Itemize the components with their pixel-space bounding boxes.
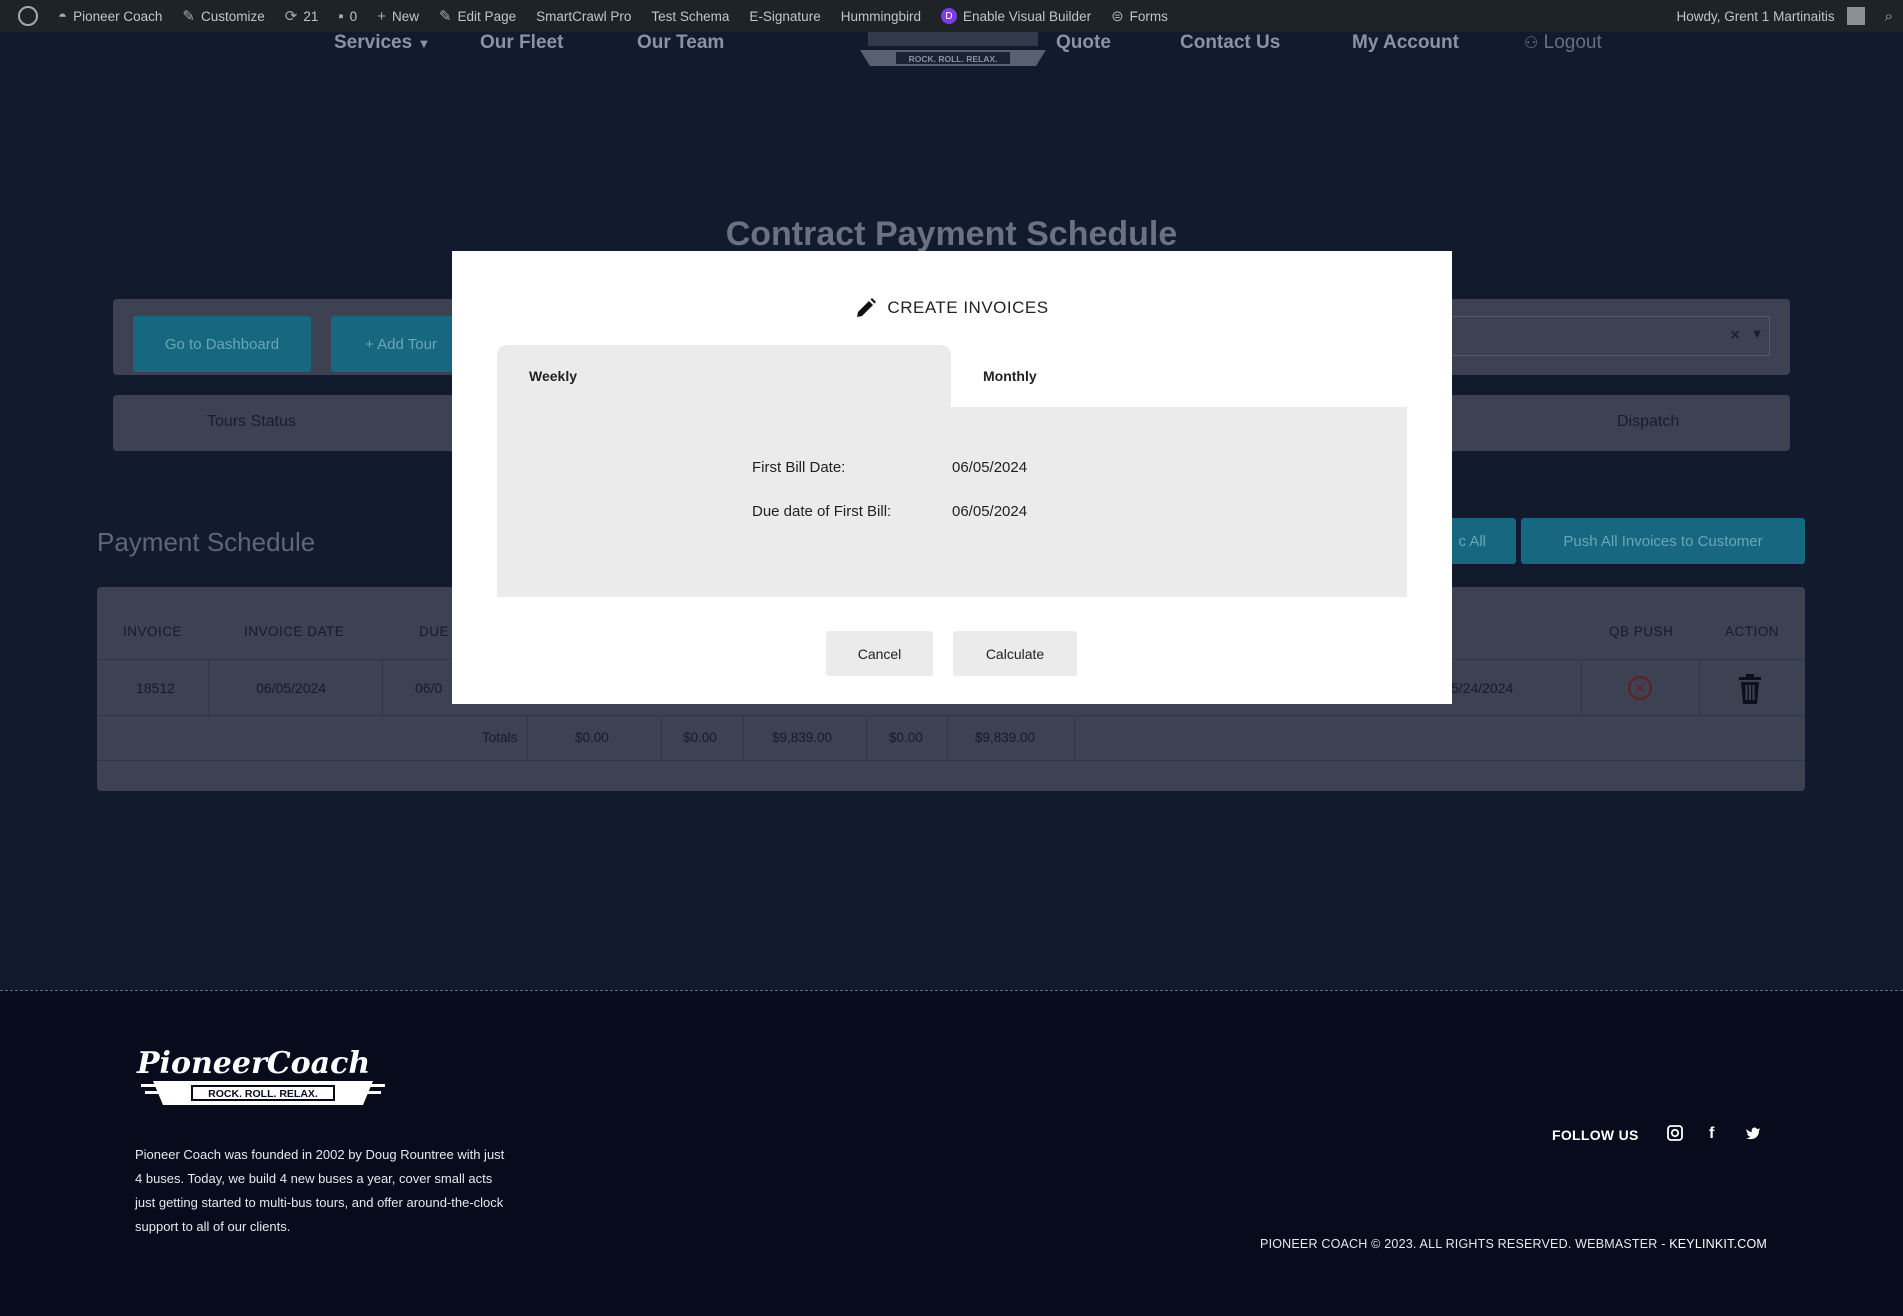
webmaster-link[interactable]: KEYLINKIT.COM xyxy=(1669,1237,1767,1251)
header-due: DUE xyxy=(419,624,450,639)
admin-test-schema-link[interactable]: Test Schema xyxy=(641,0,739,32)
divider xyxy=(1699,660,1700,717)
svg-text:PioneerCoach: PioneerCoach xyxy=(136,1046,370,1081)
nav-services[interactable]: Services ▼ xyxy=(334,32,430,54)
plus-icon: + xyxy=(377,7,386,25)
copyright: PIONEER COACH © 2023. ALL RIGHTS RESERVE… xyxy=(1260,1237,1767,1251)
chevron-down-icon: ▼ xyxy=(417,36,431,51)
admin-smartcrawl-link[interactable]: SmartCrawl Pro xyxy=(526,0,641,32)
twitter-icon[interactable] xyxy=(1745,1125,1761,1144)
nav-account[interactable]: My Account xyxy=(1352,32,1459,54)
header-action: ACTION xyxy=(1725,624,1780,639)
pencil-icon: ✎ xyxy=(438,8,452,25)
modal-title: CREATE INVOICES xyxy=(452,297,1452,319)
weekly-panel: First Bill Date: 06/05/2024 Due date of … xyxy=(497,407,1407,597)
tab-tours-status[interactable]: Tours Status xyxy=(207,413,296,431)
pencil-icon xyxy=(857,298,877,317)
wordpress-menu[interactable] xyxy=(0,0,48,32)
cell-invoice[interactable]: 18512 xyxy=(136,680,175,696)
admin-customize-link[interactable]: ✎ Customize xyxy=(172,0,274,32)
user-icon: ⚇ xyxy=(1524,35,1539,52)
divider xyxy=(743,716,744,761)
cancel-button[interactable]: Cancel xyxy=(826,631,933,676)
page-title: Contract Payment Schedule xyxy=(725,215,1178,253)
admin-esignature-link[interactable]: E-Signature xyxy=(739,0,830,32)
svg-text:ROCK. ROLL. RELAX.: ROCK. ROLL. RELAX. xyxy=(909,54,998,64)
close-circle-icon[interactable]: ✕ xyxy=(1628,676,1652,700)
totals-value: $0.00 xyxy=(889,730,923,745)
due-first-bill-date-field[interactable]: 06/05/2024 xyxy=(952,503,1027,520)
refresh-icon: ⟳ xyxy=(284,8,298,25)
push-all-invoices-button[interactable]: Push All Invoices to Customer xyxy=(1521,518,1805,564)
header-invoice-date: INVOICE DATE xyxy=(244,624,345,639)
tab-dispatch[interactable]: Dispatch xyxy=(1617,413,1679,431)
cell-end-date: 5/24/2024 xyxy=(1451,680,1514,696)
divider xyxy=(947,716,948,761)
cell-due-date: 06/0 xyxy=(415,680,443,696)
divider xyxy=(661,716,662,761)
totals-row: Totals $0.00 $0.00 $9,839.00 $0.00 $9,83… xyxy=(97,716,1805,761)
create-invoices-modal: CREATE INVOICES Weekly Monthly First Bil… xyxy=(452,251,1452,704)
nav-contact[interactable]: Contact Us xyxy=(1180,32,1280,54)
calculate-button[interactable]: Calculate xyxy=(953,631,1077,676)
admin-account-menu[interactable]: Howdy, Grent 1 Martinaitis xyxy=(1667,0,1875,32)
totals-value: $0.00 xyxy=(683,730,717,745)
admin-updates-link[interactable]: ⟳ 21 xyxy=(275,0,329,32)
admin-search-button[interactable]: ⌕ xyxy=(1875,0,1903,32)
dashboard-icon: ◓ xyxy=(58,7,68,25)
admin-comments-link[interactable]: ▪ 0 xyxy=(328,0,367,32)
divider xyxy=(208,660,209,717)
tour-select[interactable]: × ▼ xyxy=(1440,316,1770,356)
due-first-bill-label: Due date of First Bill: xyxy=(752,503,892,520)
svg-text:ROCK. ROLL. RELAX.: ROCK. ROLL. RELAX. xyxy=(208,1088,318,1100)
nav-fleet[interactable]: Our Fleet xyxy=(480,32,563,54)
wordpress-icon xyxy=(18,6,38,26)
totals-value: $0.00 xyxy=(575,730,609,745)
pencil-icon: ✎ xyxy=(182,8,195,25)
first-bill-label: First Bill Date: xyxy=(752,459,846,476)
footer-logo[interactable]: PioneerCoach ROCK. ROLL. RELAX. xyxy=(135,1041,391,1113)
trash-icon[interactable] xyxy=(1739,674,1761,704)
chevron-down-icon: ▼ xyxy=(1753,329,1761,340)
add-tour-button[interactable]: + Add Tour xyxy=(331,316,471,372)
admin-site-link[interactable]: ◓ Pioneer Coach xyxy=(48,0,172,32)
divider xyxy=(527,716,528,761)
section-title: Payment Schedule xyxy=(97,527,316,557)
avatar xyxy=(1846,7,1865,25)
cell-invoice-date: 06/05/2024 xyxy=(256,680,327,696)
nav-quote[interactable]: Quote xyxy=(1056,32,1111,54)
follow-us-label: FOLLOW US xyxy=(1552,1127,1639,1143)
nav-logout[interactable]: ⚇ Logout xyxy=(1524,32,1602,54)
totals-value: $9,839.00 xyxy=(772,730,833,745)
comment-icon: ▪ xyxy=(338,7,344,25)
footer-about: Pioneer Coach was founded in 2002 by Dou… xyxy=(135,1147,505,1234)
admin-new-link[interactable]: + New xyxy=(367,0,429,32)
nav-team[interactable]: Our Team xyxy=(637,32,724,54)
header-logo[interactable]: ROCK. ROLL. RELAX. xyxy=(858,16,1048,70)
header-invoice: INVOICE xyxy=(123,624,183,639)
totals-value: $9,839.00 xyxy=(975,730,1036,745)
instagram-icon[interactable] xyxy=(1667,1125,1683,1145)
admin-forms-link[interactable]: ⊜ Forms xyxy=(1101,0,1178,32)
divider xyxy=(382,660,383,717)
tab-monthly[interactable]: Monthly xyxy=(983,345,1183,407)
clear-icon[interactable]: × xyxy=(1729,327,1741,343)
header-qb-push: QB PUSH xyxy=(1609,624,1674,639)
totals-label: Totals xyxy=(482,730,518,745)
divider xyxy=(866,716,867,761)
divider xyxy=(1074,716,1075,761)
facebook-icon[interactable]: f xyxy=(1709,1125,1714,1143)
tab-weekly[interactable]: Weekly xyxy=(497,345,951,407)
forms-icon: ⊜ xyxy=(1111,8,1124,25)
divider xyxy=(1581,660,1582,717)
admin-edit-page-link[interactable]: ✎ Edit Page xyxy=(429,0,526,32)
go-to-dashboard-button[interactable]: Go to Dashboard xyxy=(133,316,311,372)
search-icon: ⌕ xyxy=(1884,7,1893,25)
site-footer: PioneerCoach ROCK. ROLL. RELAX. Pioneer … xyxy=(0,990,1903,1316)
first-bill-date-field[interactable]: 06/05/2024 xyxy=(952,459,1027,476)
